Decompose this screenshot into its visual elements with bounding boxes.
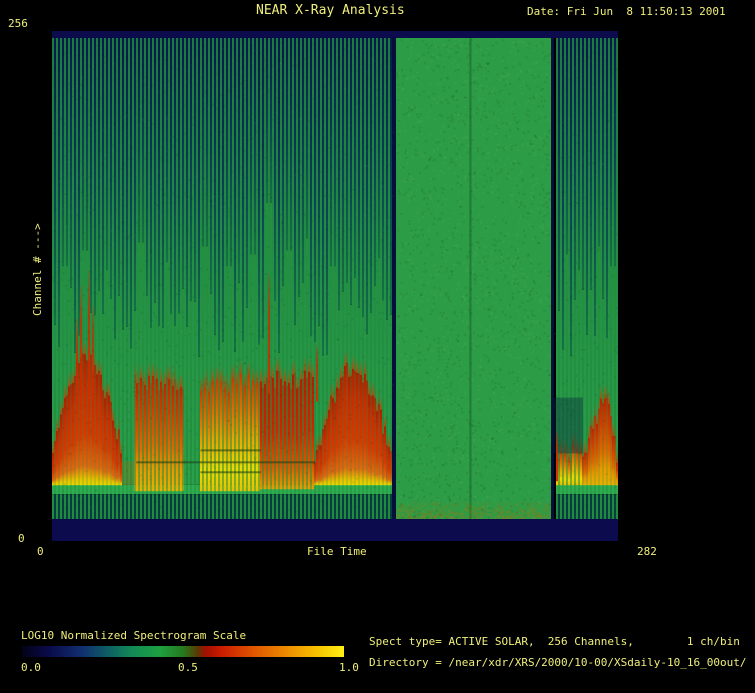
- spect-type-line: Spect type= ACTIVE SOLAR, 256 Channels, …: [369, 635, 740, 649]
- colorbar-tick-05: 0.5: [178, 661, 198, 675]
- y-axis-tick-min: 0: [18, 532, 25, 546]
- colorbar-gradient: [22, 646, 344, 657]
- x-axis-tick-min: 0: [37, 545, 44, 559]
- colorbar-tick-1: 1.0: [339, 661, 359, 675]
- x-axis-label: File Time: [307, 545, 367, 559]
- colorbar-title: LOG10 Normalized Spectrogram Scale: [21, 629, 246, 643]
- spectrogram-plot: [52, 31, 618, 541]
- page-title: NEAR X-Ray Analysis: [256, 4, 405, 18]
- directory-line: Directory = /near/xdr/XRS/2000/10-00/XSd…: [369, 656, 747, 670]
- colorbar-tick-0: 0.0: [21, 661, 41, 675]
- y-axis-tick-max: 256: [8, 17, 28, 31]
- date-label: Date: Fri Jun 8 11:50:13 2001: [527, 5, 726, 19]
- x-axis-tick-max: 282: [637, 545, 657, 559]
- y-axis-label: Channel # --->: [31, 196, 45, 316]
- near-xray-analysis-window: NEAR X-Ray Analysis Date: Fri Jun 8 11:5…: [0, 0, 755, 693]
